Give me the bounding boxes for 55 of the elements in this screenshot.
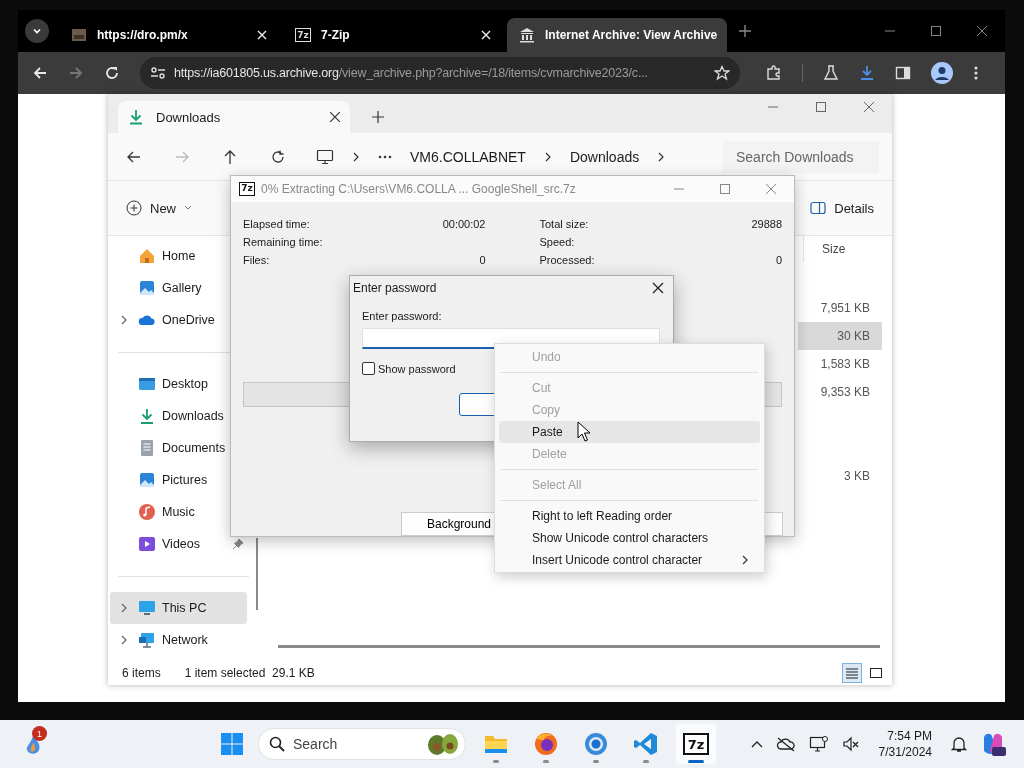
sidebar-item[interactable]: Home (110, 240, 199, 272)
sidebar-item[interactable]: Network (110, 624, 211, 656)
url-text: https://ia601805.us.archive.org/view_archive.php?archive=/18/items/cvmarchive2023/c... (174, 66, 649, 80)
sidebar-item[interactable]: Gallery (110, 272, 205, 304)
file-row[interactable]: 3 KB (798, 462, 882, 490)
sidebar-item[interactable]: Documents (110, 432, 229, 464)
details-button[interactable]: Details (804, 196, 880, 220)
stat-label: Elapsed time: (243, 217, 310, 230)
address-bar[interactable]: VM6.COLLABNET Downloads (316, 140, 714, 173)
sidebar-item[interactable]: OneDrive (110, 304, 218, 336)
stat-label: Files: (243, 253, 270, 266)
clock-time[interactable]: 7:54 PM (887, 728, 932, 744)
file-row[interactable]: 1,583 KB (798, 350, 882, 378)
sidebar-item[interactable]: Desktop (110, 368, 211, 400)
column-header[interactable]: Size (803, 236, 882, 262)
file-row[interactable]: 30 KB (798, 322, 882, 350)
selection-info: 1 item selected 29.1 KB (184, 665, 315, 680)
stat-value: 0 (479, 253, 486, 266)
stat-label: Processed: (539, 253, 595, 266)
browser-tab[interactable]: https://dro.pm/x (59, 18, 279, 52)
stat-value: 00:00:02 (442, 217, 486, 230)
taskbar-app[interactable]: 7z (676, 724, 716, 764)
search-field[interactable]: Search Downloads (722, 140, 879, 173)
sidebar-item[interactable]: Downloads (110, 400, 227, 432)
explorer-tab[interactable]: Downloads (118, 101, 350, 133)
stat-value: 29888 (751, 217, 782, 230)
stat-value: 0 (775, 253, 782, 266)
stat-label: Total size: (539, 217, 589, 230)
window-title: 0% Extracting C:\Users\VM6.COLLA ... GoogleShell_src.7z (261, 181, 576, 196)
app-label-icon: 7z (683, 733, 709, 755)
new-button[interactable]: New (120, 196, 198, 220)
app-label-icon: 7z (295, 28, 311, 42)
search-field[interactable]: Search (258, 728, 466, 760)
sidebar-item[interactable]: Music (110, 496, 198, 528)
browser-tab[interactable]: Internet Archive: View Archive (507, 18, 727, 52)
sidebar-item[interactable]: Videos (110, 528, 203, 560)
sidebar-item[interactable]: Pictures (110, 464, 211, 496)
menu-item[interactable]: Insert Unicode control character (499, 549, 760, 571)
item-count: 6 items (122, 665, 161, 680)
breadcrumb-item[interactable]: Downloads (569, 148, 640, 165)
menu-item[interactable]: Paste (499, 421, 760, 443)
browser-tab[interactable]: 7z 7-Zip (283, 18, 503, 52)
address-bar[interactable]: https://ia601805.us.archive.org/view_archive.php?archive=/18/items/cvmarchive2023/c... (140, 57, 740, 89)
notification-badge: 1 (32, 726, 47, 741)
checkbox-label[interactable]: Show password (378, 362, 456, 375)
stat-label: Remaining time: (243, 235, 323, 248)
field-label: Enter password: (362, 310, 442, 322)
sidebar-item[interactable]: This PC (110, 592, 247, 624)
file-row[interactable]: 9,353 KB (798, 378, 882, 406)
app-label-icon: 7z (239, 181, 255, 196)
dialog-title: Enter password (353, 281, 437, 295)
breadcrumb-item[interactable]: VM6.COLLABNET (410, 148, 526, 165)
file-row[interactable]: 7,951 KB (798, 294, 882, 322)
clock-date[interactable]: 7/31/2024 (878, 744, 932, 760)
stat-label: Speed: (539, 235, 575, 248)
